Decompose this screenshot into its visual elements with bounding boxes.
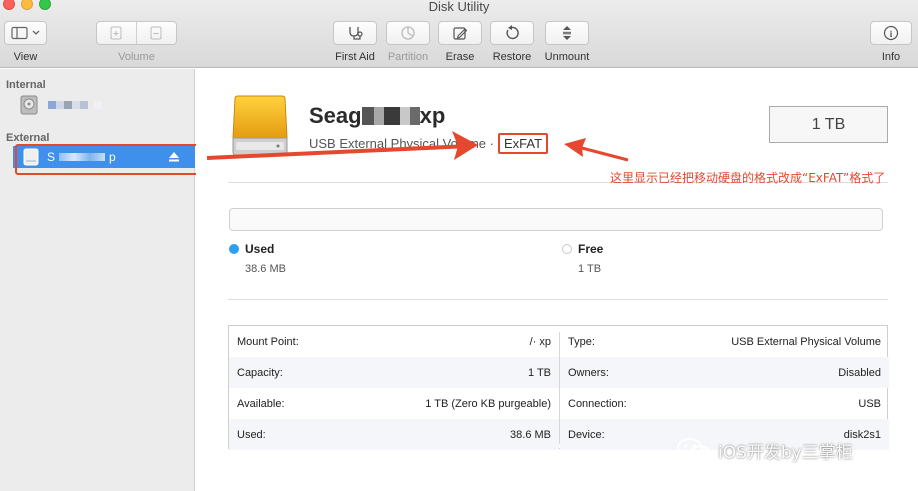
add-volume-icon	[110, 26, 122, 40]
info-row-used: Used: 38.6 MB	[229, 419, 559, 450]
view-button[interactable]	[4, 21, 47, 45]
erase-button[interactable]	[438, 21, 482, 45]
unmount-label: Unmount	[544, 51, 590, 63]
watermark-text: iOS开发by三掌柜	[718, 442, 853, 463]
info-row-connection: Connection: USB	[560, 388, 889, 419]
annotation-note: 这里显示已经把移动硬盘的格式改成“ExFAT”格式了	[610, 171, 886, 185]
annotation-highlight-sidebar	[15, 144, 201, 175]
info-value: Disabled	[838, 366, 881, 379]
redacted-disk-name	[361, 107, 420, 125]
disk-subtitle: USB External Physical Volume · ExFAT	[309, 133, 549, 154]
view-label: View	[13, 51, 38, 63]
free-value: 1 TB	[578, 263, 602, 275]
info-button[interactable]: i	[870, 21, 912, 45]
sidebar-toggle-icon	[10, 26, 39, 40]
restore-icon	[506, 25, 519, 40]
wechat-icon	[677, 438, 711, 463]
used-value: 38.6 MB	[245, 263, 286, 275]
unmount-button[interactable]	[545, 21, 589, 45]
info-label: Capacity:	[237, 366, 283, 379]
first-aid-button[interactable]	[333, 21, 377, 45]
info-value: 1 TB	[527, 366, 551, 379]
sidebar-item-internal-disk[interactable]	[20, 95, 102, 115]
sidebar-header-internal: Internal	[6, 79, 46, 91]
watermark: iOS开发by三掌柜	[676, 437, 853, 463]
used-label: Used	[245, 242, 275, 256]
used-legend-dot	[229, 244, 239, 254]
remove-volume-button[interactable]	[137, 22, 177, 44]
info-icon: i	[883, 25, 899, 41]
disk-title-start: Seag	[309, 103, 362, 128]
unmount-icon	[563, 26, 571, 40]
disk-title: Seag xp	[309, 103, 445, 129]
info-row-available: Available: 1 TB (Zero KB purgeable)	[229, 388, 559, 419]
info-label: Connection:	[568, 397, 627, 410]
info-label: Mount Point:	[237, 335, 299, 348]
internal-disk-icon	[20, 95, 38, 115]
window-title: Disk Utility	[428, 0, 490, 14]
divider	[228, 299, 888, 300]
remove-volume-icon	[150, 26, 162, 40]
disk-title-end: xp	[419, 103, 446, 128]
volume-label: Volume	[118, 51, 155, 63]
partition-label: Partition	[387, 51, 429, 63]
info-label: Owners:	[568, 366, 609, 379]
info-table: Mount Point: /· xp Capacity: 1 TB Availabl…	[228, 325, 889, 450]
info-value: 1 TB (Zero KB purgeable)	[425, 397, 551, 410]
svg-text:i: i	[890, 29, 893, 39]
info-value: 38.6 MB	[510, 428, 551, 441]
partition-button[interactable]	[386, 21, 430, 45]
capacity-box: 1 TB	[769, 106, 888, 143]
restore-label: Restore	[492, 51, 532, 63]
info-row-mount-point: Mount Point: /· xp	[229, 326, 559, 357]
info-column-right: Type: USB External Physical Volume Owners…	[560, 326, 889, 450]
erase-icon	[453, 27, 468, 40]
info-value: USB External Physical Volume	[731, 335, 881, 348]
main-panel: Seag xp USB External Physical Volume · Ex…	[196, 69, 918, 491]
sidebar: Internal External S p	[0, 69, 195, 491]
first-aid-label: First Aid	[335, 51, 375, 63]
usage-bar	[229, 208, 883, 231]
info-row-type: Type: USB External Physical Volume	[560, 326, 889, 357]
info-column-left: Mount Point: /· xp Capacity: 1 TB Availabl…	[229, 326, 559, 450]
volume-segmented-control	[96, 21, 177, 45]
erase-label: Erase	[445, 51, 475, 63]
free-label: Free	[578, 242, 604, 256]
sidebar-header-external: External	[6, 132, 50, 144]
restore-button[interactable]	[490, 21, 534, 45]
redacted-disk-name	[48, 101, 102, 109]
info-label: Type:	[568, 335, 595, 348]
partition-icon	[401, 26, 415, 40]
toolbar: Disk Utility View Volume First Aid Parti…	[0, 0, 918, 68]
info-label: Info	[881, 51, 901, 63]
info-value: /· xp	[529, 335, 551, 348]
free-legend-dot	[562, 244, 572, 254]
info-value: USB	[858, 397, 881, 410]
info-label: Used:	[237, 428, 266, 441]
add-volume-button[interactable]	[97, 22, 137, 44]
external-drive-icon	[232, 95, 288, 156]
info-row-capacity: Capacity: 1 TB	[229, 357, 559, 388]
disk-type-text: USB External Physical Volume ·	[309, 136, 494, 151]
filesystem-format: ExFAT	[497, 133, 549, 154]
info-label: Device:	[568, 428, 605, 441]
stethoscope-icon	[349, 27, 363, 40]
info-label: Available:	[237, 397, 285, 410]
info-row-owners: Owners: Disabled	[560, 357, 889, 388]
